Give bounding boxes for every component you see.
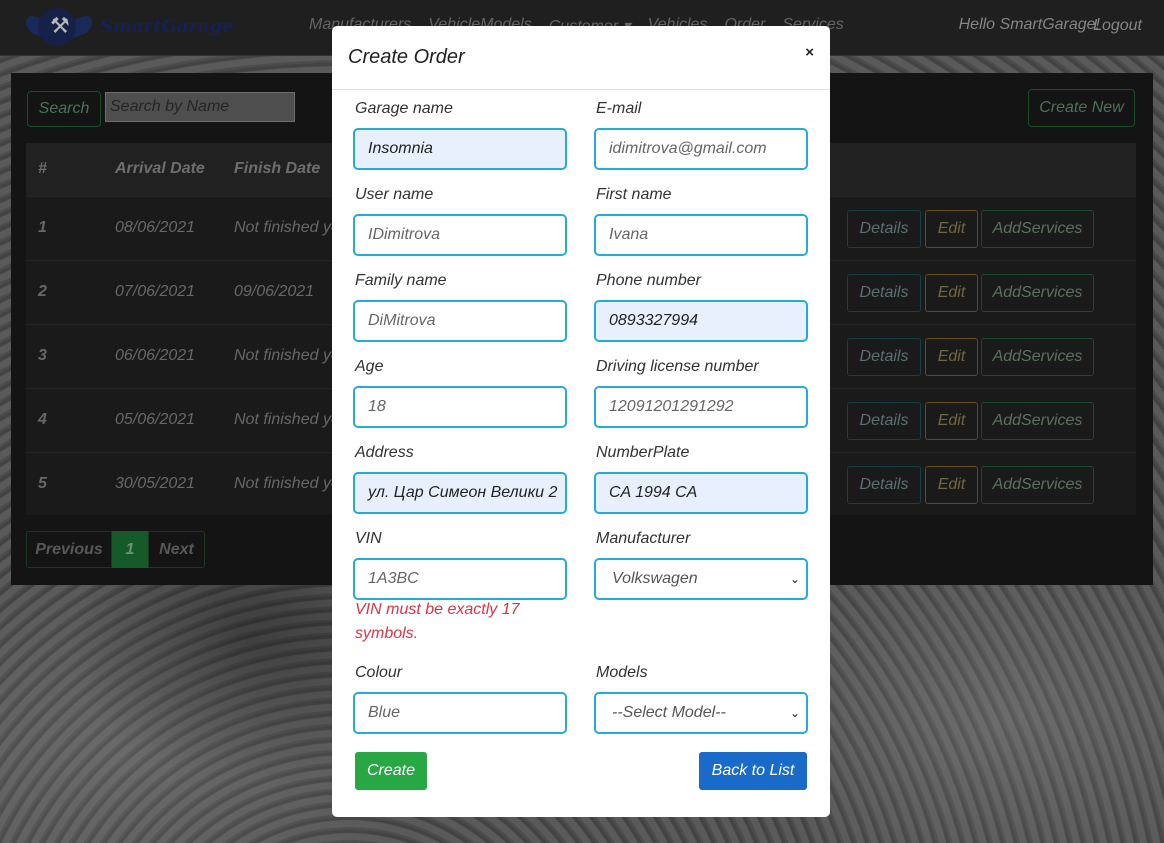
license-input[interactable]: 12091201291292 [594, 386, 808, 428]
colour-input[interactable]: Blue [353, 692, 567, 734]
plate-label: NumberPlate [596, 444, 690, 461]
plate-input[interactable]: CA 1994 CA [594, 472, 808, 514]
vin-input[interactable]: 1A3BC [353, 558, 567, 600]
user-name-input[interactable]: IDimitrova [353, 214, 567, 256]
models-label: Models [596, 664, 648, 681]
age-label: Age [355, 358, 384, 375]
email-input[interactable]: idimitrova@gmail.com [594, 128, 808, 170]
models-select[interactable]: --Select Model-- ⌄ [594, 692, 808, 734]
back-to-list-button[interactable]: Back to List [699, 752, 807, 790]
manufacturer-value: Volkswagen [612, 570, 698, 587]
address-input[interactable]: ул. Цар Симеон Велики 2 [353, 472, 567, 514]
chevron-down-icon: ⌄ [789, 706, 800, 720]
close-icon[interactable]: × [805, 44, 814, 61]
first-name-label: First name [596, 186, 672, 203]
family-name-input[interactable]: DiMitrova [353, 300, 567, 342]
create-order-modal: Create Order × Garage name Insomnia E-ma… [332, 26, 830, 817]
vin-label: VIN [355, 530, 382, 547]
family-name-label: Family name [355, 272, 447, 289]
create-button[interactable]: Create [355, 752, 427, 790]
manufacturer-select[interactable]: Volkswagen ⌄ [594, 558, 808, 600]
age-input[interactable]: 18 [353, 386, 567, 428]
vin-error: VIN must be exactly 17 symbols. [355, 601, 520, 642]
phone-input[interactable]: 0893327994 [594, 300, 808, 342]
colour-label: Colour [355, 664, 403, 681]
user-name-label: User name [355, 186, 434, 203]
first-name-input[interactable]: Ivana [594, 214, 808, 256]
modal-header: Create Order × [332, 26, 830, 90]
manufacturer-label: Manufacturer [596, 530, 691, 547]
models-value: --Select Model-- [612, 704, 726, 721]
chevron-down-icon: ⌄ [789, 572, 800, 586]
address-label: Address [355, 444, 414, 461]
garage-name-label: Garage name [355, 100, 453, 117]
garage-name-input[interactable]: Insomnia [353, 128, 567, 170]
modal-title: Create Order [348, 46, 465, 68]
phone-label: Phone number [596, 272, 701, 289]
email-label: E-mail [596, 100, 642, 117]
license-label: Driving license number [596, 358, 759, 375]
